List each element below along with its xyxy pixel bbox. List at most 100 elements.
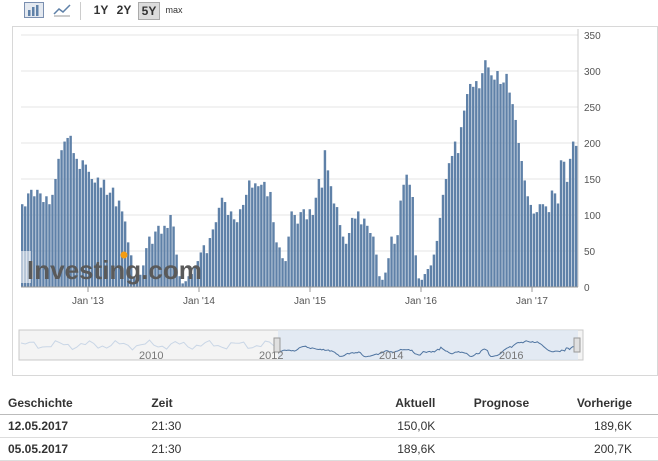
- bar: [238, 209, 242, 287]
- row-actual: 189,6K: [352, 437, 437, 461]
- bar: [375, 254, 378, 287]
- bar: [341, 236, 345, 287]
- bar: [411, 197, 414, 287]
- bar: [317, 179, 321, 287]
- header-previous[interactable]: Vorherige: [530, 392, 658, 415]
- x-axis: Jan '13 Jan '14 Jan '15 Jan '16 Jan '17: [21, 286, 578, 307]
- bar: [469, 83, 472, 288]
- bar: [541, 204, 545, 287]
- row-time: 21:30: [150, 414, 353, 438]
- bar: [529, 204, 532, 287]
- bar: [402, 184, 405, 287]
- bar: [251, 187, 254, 287]
- bar: [254, 183, 257, 287]
- chart-toolbar: 1Y 2Y 5Y max: [0, 0, 658, 24]
- bar: [544, 206, 548, 287]
- header-forecast[interactable]: Prognose: [436, 392, 531, 415]
- bar: [335, 207, 339, 287]
- x-tick-label: Jan '13: [72, 296, 104, 307]
- bar: [387, 258, 390, 287]
- table-header-row: Geschichte Zeit Aktuell Prognose Vorheri…: [0, 392, 658, 415]
- bar: [314, 197, 318, 287]
- bar: [405, 174, 408, 287]
- bar: [453, 141, 457, 287]
- bar: [272, 222, 275, 287]
- bar: [432, 254, 436, 287]
- bar: [462, 110, 466, 287]
- bar: [559, 160, 563, 287]
- header-time[interactable]: Zeit: [150, 392, 353, 415]
- bar: [257, 186, 260, 287]
- bar: [508, 92, 511, 287]
- range-2y-button[interactable]: 2Y: [115, 2, 133, 18]
- bar: [484, 60, 487, 288]
- table-row: 05.05.2017 21:30 189,6K 200,7K: [0, 437, 658, 461]
- bar: [414, 255, 417, 287]
- navigator-right-handle[interactable]: [573, 337, 581, 353]
- row-time: 21:30: [150, 437, 353, 461]
- bar: [481, 73, 484, 287]
- navigator-selection[interactable]: [278, 330, 578, 360]
- bar: [556, 203, 560, 287]
- bar: [553, 193, 557, 287]
- bar: [472, 86, 475, 287]
- bar: [517, 143, 520, 287]
- table-row: 12.05.2017 21:30 150,0K 189,6K: [0, 414, 658, 438]
- bar: [263, 181, 266, 287]
- bar: [562, 161, 566, 287]
- bar: [248, 180, 251, 287]
- bar: [338, 225, 342, 287]
- bar: [278, 247, 281, 287]
- header-actual[interactable]: Aktuell: [352, 392, 437, 415]
- chart-frame: 0 50 100 150 200 250 300 350 Jan '13 Jan '14 Jan …: [12, 26, 658, 376]
- bar: [293, 215, 296, 287]
- bar: [245, 194, 248, 287]
- bar: [214, 222, 218, 287]
- bar: [420, 279, 424, 287]
- bar: [235, 222, 239, 287]
- y-tick-label: 350: [584, 31, 601, 42]
- y-tick-label: 300: [584, 67, 601, 78]
- bar: [511, 104, 514, 288]
- history-table: Geschichte Zeit Aktuell Prognose Vorheri…: [0, 392, 658, 461]
- bar: [450, 155, 454, 287]
- x-tick-label: Jan '17: [516, 296, 548, 307]
- bar-chart-icon[interactable]: [24, 2, 44, 18]
- bar: [320, 187, 324, 287]
- y-tick-label: 250: [584, 103, 601, 114]
- navigator[interactable]: 2010 2012 2014 2016: [18, 329, 584, 362]
- navigator-label-2014: 2014: [379, 350, 403, 362]
- bar: [241, 204, 245, 287]
- y-tick-label: 200: [584, 139, 601, 150]
- y-tick-label: 0: [584, 283, 590, 294]
- bar: [381, 279, 384, 287]
- bar: [323, 150, 327, 287]
- bar: [217, 207, 221, 287]
- bar: [229, 211, 233, 287]
- range-max-button[interactable]: max: [163, 2, 185, 18]
- header-date[interactable]: Geschichte: [0, 392, 151, 415]
- bar: [366, 225, 369, 287]
- bar: [514, 119, 517, 288]
- bar: [532, 213, 536, 287]
- watermark-text: Investing.com: [27, 255, 202, 285]
- bar: [456, 153, 460, 287]
- bar: [232, 219, 236, 287]
- bar: [332, 203, 336, 287]
- bar: [550, 190, 554, 287]
- bar: [568, 158, 572, 287]
- bar: [475, 81, 478, 287]
- y-axis: 0 50 100 150 200 250 300 350: [584, 31, 601, 294]
- bar: [363, 218, 366, 287]
- bar: [302, 209, 305, 287]
- line-chart-icon[interactable]: [52, 2, 72, 18]
- bar: [490, 75, 493, 287]
- range-5y-button[interactable]: 5Y: [138, 2, 160, 20]
- bar: [281, 258, 284, 287]
- bar: [329, 186, 333, 287]
- bar: [296, 223, 299, 287]
- row-previous: 189,6K: [530, 414, 658, 438]
- bar: [447, 163, 451, 287]
- bar: [465, 94, 469, 287]
- range-1y-button[interactable]: 1Y: [92, 2, 110, 18]
